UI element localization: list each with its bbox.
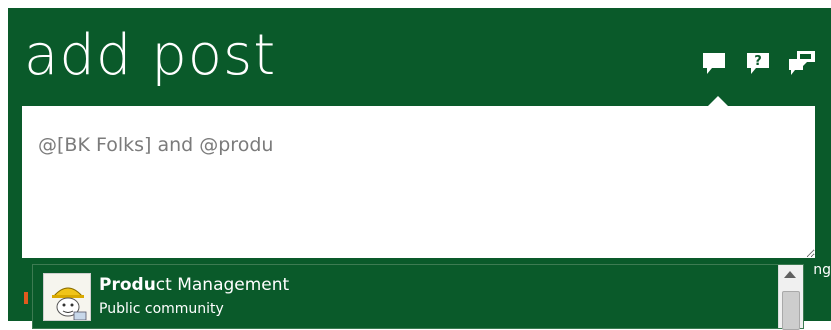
svg-text:?: ? [754, 54, 762, 69]
post-composer-input[interactable]: @[BK Folks] and @produ [22, 106, 815, 258]
community-avatar [43, 273, 91, 321]
scroll-thumb[interactable] [782, 291, 800, 330]
suggestion-subtitle: Public community [99, 301, 224, 317]
suggestion-name: Product Management [99, 275, 290, 295]
mention-suggestions-dropdown: Product Management Public community [32, 264, 804, 330]
truncated-label: ng [813, 262, 831, 278]
post-type-toolbar: ? [699, 48, 817, 78]
question-icon[interactable]: ? [743, 48, 773, 78]
dropdown-scrollbar[interactable] [778, 265, 803, 330]
comment-icon[interactable] [699, 48, 729, 78]
add-post-panel: add post ? @[BK Folks] and @produ ng Pro… [8, 8, 831, 330]
red-marker [24, 292, 28, 304]
conversation-icon[interactable] [787, 48, 817, 78]
scroll-up-arrow-icon[interactable] [784, 271, 796, 278]
suggestion-item[interactable]: Product Management Public community [39, 269, 777, 324]
page-title: add post [24, 23, 277, 88]
